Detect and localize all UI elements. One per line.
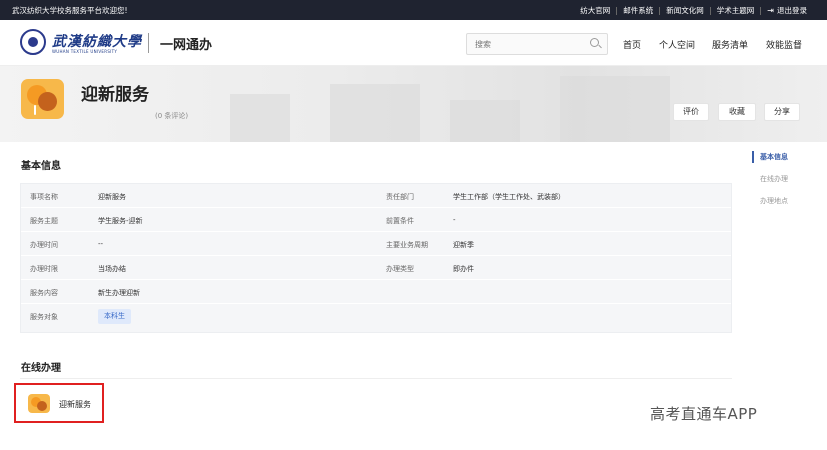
top-links: 纺大官网 邮件系统 新闻文化网 学术主题网 ⇥ 退出登录 (580, 5, 807, 16)
logout-label: 退出登录 (777, 6, 807, 15)
field-label: 办理时间 (30, 241, 58, 249)
nav-service-list[interactable]: 服务清单 (712, 38, 748, 51)
nav-home[interactable]: 首页 (623, 38, 641, 51)
favorite-button[interactable]: 收藏 (718, 103, 756, 121)
search-input[interactable] (466, 33, 608, 55)
audience-tag: 本科生 (98, 309, 131, 324)
top-bar: 武汉纺织大学校务服务平台欢迎您! 纺大官网 邮件系统 新闻文化网 学术主题网 ⇥… (0, 0, 827, 20)
field-value: -- (98, 240, 104, 248)
table-row: 事项名称 迎新服务 责任部门 学生工作部（学生工作处、武装部） (21, 184, 731, 208)
banner-building-image (560, 76, 670, 142)
field-label: 办理类型 (386, 265, 414, 273)
nav-efficiency-supervision[interactable]: 效能监督 (766, 38, 802, 51)
watermark-text: 高考直通车APP (650, 405, 758, 423)
link-email-system[interactable]: 邮件系统 (623, 5, 653, 16)
field-label: 服务对象 (30, 313, 58, 321)
logo-divider (148, 33, 149, 53)
table-row: 服务对象 本科生 (21, 304, 731, 328)
toc-online-handling[interactable]: 在线办理 (752, 173, 812, 195)
logout-button[interactable]: ⇥ 退出登录 (767, 5, 807, 16)
online-service-entry[interactable]: 迎新服务 (14, 383, 104, 423)
basic-info-table: 事项名称 迎新服务 责任部门 学生工作部（学生工作处、武装部） 服务主题 学生服… (20, 183, 732, 333)
table-row: 办理时间 -- 主要业务周期 迎新季 (21, 232, 731, 256)
field-value: 新生办理迎新 (98, 289, 140, 297)
field-label: 办理时限 (30, 265, 58, 273)
online-handling-title: 在线办理 (21, 363, 61, 374)
banner-building-image (330, 84, 420, 142)
field-label: 服务内容 (30, 289, 58, 297)
basic-info-title: 基本信息 (21, 161, 61, 172)
field-label: 事项名称 (30, 193, 58, 201)
university-logo-text: 武漢紡織大學 (52, 34, 142, 50)
banner-building-image (230, 94, 290, 142)
toc-handling-location[interactable]: 办理地点 (752, 195, 812, 217)
field-value: - (453, 216, 456, 224)
table-row: 办理时限 当场办结 办理类型 即办件 (21, 256, 731, 280)
header: 武漢紡織大學 WUHAN TEXTILE UNIVERSITY 一网通办 首页 … (0, 20, 827, 66)
logout-icon: ⇥ (767, 6, 774, 15)
field-value: 即办件 (453, 265, 474, 273)
online-service-label: 迎新服务 (59, 400, 91, 409)
share-button[interactable]: 分享 (764, 103, 800, 121)
balloons-icon (21, 79, 64, 119)
rate-button[interactable]: 评价 (673, 103, 709, 121)
link-news-culture[interactable]: 新闻文化网 (666, 5, 704, 16)
divider (760, 6, 762, 15)
field-label: 前置条件 (386, 217, 414, 225)
field-label: 主要业务周期 (386, 241, 428, 249)
section-nav: 基本信息 在线办理 办理地点 (752, 151, 812, 217)
link-official-site[interactable]: 纺大官网 (580, 5, 610, 16)
table-row: 服务主题 学生服务-迎新 前置条件 - (21, 208, 731, 232)
search-icon[interactable] (590, 38, 599, 47)
field-value: 学生服务-迎新 (98, 217, 143, 225)
divider (20, 378, 732, 379)
welcome-text: 武汉纺织大学校务服务平台欢迎您! (12, 6, 128, 15)
field-value: 迎新季 (453, 241, 474, 249)
portal-title: 一网通办 (160, 38, 213, 53)
table-row: 服务内容 新生办理迎新 (21, 280, 731, 304)
balloons-icon (28, 394, 50, 413)
divider (709, 6, 711, 15)
divider (659, 6, 661, 15)
service-title: 迎新服务 (81, 85, 149, 105)
nav-personal-space[interactable]: 个人空间 (659, 38, 695, 51)
field-label: 服务主题 (30, 217, 58, 225)
toc-basic-info[interactable]: 基本信息 (752, 151, 812, 173)
review-count: (0 条评论) (155, 112, 189, 120)
field-value: 迎新服务 (98, 193, 126, 201)
banner-building-image (450, 100, 520, 142)
link-academic-theme[interactable]: 学术主题网 (717, 5, 755, 16)
field-value: 当场办结 (98, 265, 126, 273)
field-value: 学生工作部（学生工作处、武装部） (453, 193, 565, 201)
university-logo-subtitle: WUHAN TEXTILE UNIVERSITY (52, 49, 118, 54)
university-seal-icon (20, 29, 46, 55)
divider (616, 6, 618, 15)
field-label: 责任部门 (386, 193, 414, 201)
